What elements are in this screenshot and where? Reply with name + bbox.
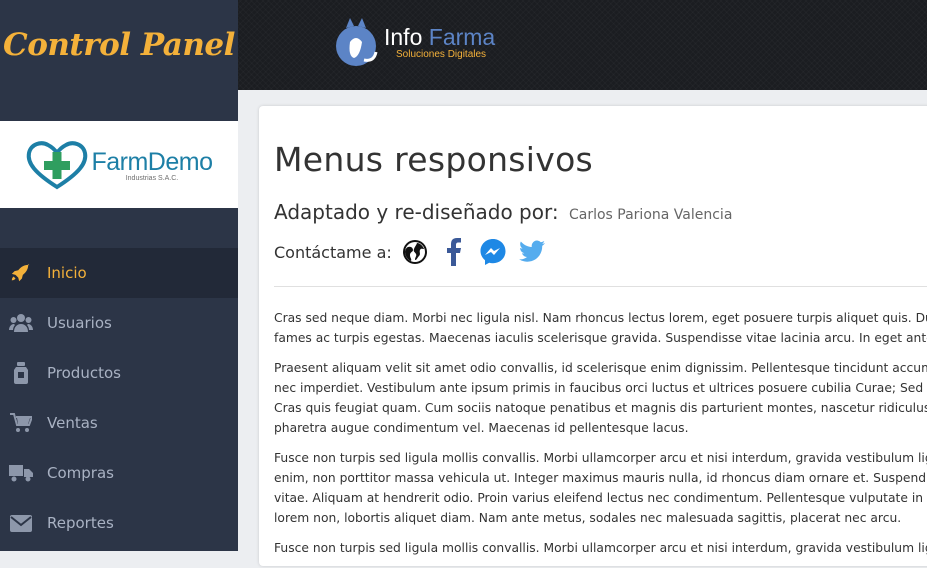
header-logo-tagline: Soluciones Digitales — [396, 48, 487, 60]
sidebar: Control Panel FarmDemo Industrias S.A.C.… — [0, 0, 238, 551]
sidebar-item-ventas[interactable]: Ventas — [0, 398, 238, 448]
sidebar-menu: Inicio Usuarios Productos Ventas Compras — [0, 248, 238, 548]
bottle-icon — [9, 362, 33, 384]
sidebar-item-inicio[interactable]: Inicio — [0, 248, 238, 298]
main-content: Menus responsivos Adaptado y re-diseñado… — [259, 106, 927, 566]
paragraph: Fusce non turpis sed ligula mollis conva… — [274, 541, 927, 555]
paragraph: Praesent aliquam velit sit amet odio con… — [274, 361, 927, 435]
contact-row: Contáctame a: — [274, 237, 556, 267]
brand-title: Control Panel — [3, 27, 235, 63]
contact-label: Contáctame a: — [274, 242, 392, 262]
sidebar-item-label: Ventas — [47, 414, 98, 432]
sidebar-item-productos[interactable]: Productos — [0, 348, 238, 398]
sidebar-item-label: Reportes — [47, 514, 114, 532]
author-name: Carlos Pariona Valencia — [568, 207, 733, 223]
header-logo[interactable]: Info Farma Soluciones Digitales — [334, 16, 495, 68]
logo-name: FarmDemo — [91, 147, 213, 176]
sidebar-item-label: Productos — [47, 364, 121, 382]
paragraph: Fusce non turpis sed ligula mollis conva… — [274, 451, 927, 525]
cart-icon — [9, 412, 33, 434]
sidebar-item-label: Usuarios — [47, 314, 112, 332]
sidebar-item-compras[interactable]: Compras — [0, 448, 238, 498]
page-title: Menus responsivos — [274, 140, 594, 179]
twitter-icon[interactable] — [517, 237, 547, 267]
medical-heart-icon — [27, 140, 88, 189]
rocket-icon — [9, 262, 33, 284]
divider — [274, 286, 927, 287]
sidebar-item-label: Inicio — [47, 264, 87, 282]
sidebar-item-label: Compras — [47, 464, 114, 482]
subtitle-label: Adaptado y re-diseñado por: — [274, 200, 559, 224]
sidebar-item-usuarios[interactable]: Usuarios — [0, 298, 238, 348]
globe-icon[interactable] — [400, 237, 430, 267]
facebook-icon[interactable] — [439, 237, 469, 267]
logo-subtitle: Industrias S.A.C. — [125, 174, 179, 182]
envelope-icon — [9, 512, 33, 534]
cat-logo-icon — [336, 18, 378, 66]
subtitle: Adaptado y re-diseñado por: Carlos Pario… — [274, 200, 732, 224]
sidebar-item-reportes[interactable]: Reportes — [0, 498, 238, 548]
users-icon — [9, 312, 33, 334]
truck-icon — [9, 462, 33, 484]
messenger-icon[interactable] — [478, 237, 508, 267]
paragraph: Cras sed neque diam. Morbi nec ligula ni… — [274, 311, 927, 345]
header-logo-name: Info Farma — [384, 23, 496, 50]
top-bar: Info Farma Soluciones Digitales — [238, 0, 927, 90]
article-body: Cras sed neque diam. Morbi nec ligula ni… — [274, 308, 927, 568]
company-logo[interactable]: FarmDemo Industrias S.A.C. — [0, 121, 238, 208]
